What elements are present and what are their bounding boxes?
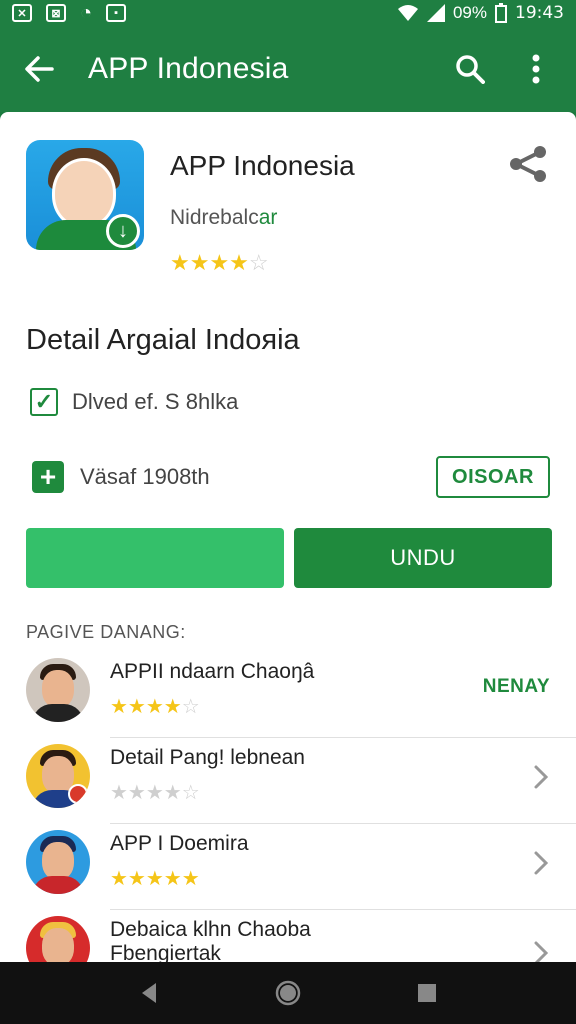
list-item-title: APP I Doemira <box>110 832 249 855</box>
version-row: + Väsaf 1908th OISOAR <box>32 456 550 498</box>
search-button[interactable] <box>446 45 494 93</box>
triangle-back-icon <box>142 983 157 1003</box>
app-bar: APP Indonesia <box>0 26 576 112</box>
app-developer[interactable]: Nidrebalcar <box>170 206 277 230</box>
status-bar: ✕ ⊠ ◔ ▪ 09% 19:43 <box>0 0 576 26</box>
download-button[interactable]: UNDU <box>294 528 552 588</box>
circle-home-icon <box>275 980 301 1006</box>
add-icon[interactable]: + <box>32 461 64 493</box>
download-badge-icon: ↓ <box>106 214 140 248</box>
signal-icon <box>426 4 445 22</box>
system-nav-bar <box>0 962 576 1024</box>
secondary-button[interactable] <box>26 528 284 588</box>
square-recents-icon <box>417 984 436 1002</box>
list-item-rating: ★★★★☆ <box>110 782 200 804</box>
section-title: PAGIVE DANANG: <box>26 622 186 642</box>
checkbox-label: Dlved ef. S 8hlka <box>72 389 239 414</box>
share-icon <box>510 146 546 182</box>
app-bar-title: APP Indonesia <box>88 52 289 85</box>
outline-button[interactable]: OISOAR <box>436 456 550 498</box>
wifi-icon <box>397 5 418 21</box>
list-item-rating: ★★★★★ <box>110 868 200 890</box>
checkbox-row[interactable]: ✓ Dlved ef. S 8hlka <box>30 388 238 416</box>
list-item-title: APPII ndaarn Chaoŋâ <box>110 660 315 683</box>
app-rating-stars: ★★★★☆ <box>170 250 269 275</box>
search-icon <box>456 55 485 84</box>
list-item[interactable]: APP I Doemira ★★★★★ <box>0 824 576 910</box>
share-button[interactable] <box>506 144 550 184</box>
nav-home-button[interactable] <box>268 973 308 1013</box>
list-item-title: Debaica klhn Chaoba <box>110 918 311 941</box>
list-item-action[interactable]: NENAY <box>483 676 550 698</box>
nav-back-button[interactable] <box>129 973 169 1013</box>
image-notification-icon: ⊠ <box>46 4 66 22</box>
more-vert-icon <box>532 54 540 84</box>
notification-icon: ✕ <box>12 4 32 22</box>
list-item[interactable]: APPII ndaarn Chaoŋâ ★★★★☆ NENAY <box>0 652 576 738</box>
sync-notification-icon: ◔ <box>80 1 93 24</box>
app-header: ↓ APP Indonesia Nidrebalcar ★★★★☆ <box>26 140 550 280</box>
arrow-left-icon <box>25 56 54 82</box>
checkbox[interactable]: ✓ <box>30 388 58 416</box>
chevron-right-icon[interactable] <box>530 762 552 792</box>
chevron-right-icon[interactable] <box>530 938 552 962</box>
list-item-title: Detail Pang! lebnean <box>110 746 305 769</box>
back-button[interactable] <box>16 46 62 92</box>
avatar <box>26 916 90 962</box>
app-name: APP Indonesia <box>170 150 355 181</box>
app-icon: ↓ <box>26 140 144 250</box>
avatar <box>26 830 90 894</box>
overflow-menu-button[interactable] <box>512 45 560 93</box>
clock: 19:43 <box>515 3 564 23</box>
chevron-right-icon[interactable] <box>530 848 552 878</box>
gallery-notification-icon: ▪ <box>106 4 127 22</box>
related-apps-list: APPII ndaarn Chaoŋâ ★★★★☆ NENAY Detail P… <box>0 652 576 962</box>
list-item[interactable]: Detail Pang! lebnean ★★★★☆ <box>0 738 576 824</box>
list-item-rating: ★★★★☆ <box>110 696 200 718</box>
app-detail-card: ↓ APP Indonesia Nidrebalcar ★★★★☆ Detail… <box>0 112 576 962</box>
battery-icon <box>495 3 507 23</box>
nav-recents-button[interactable] <box>407 973 447 1013</box>
version-label: Väsaf 1908th <box>80 464 210 489</box>
list-item-subtitle: Fbengiertak <box>110 942 221 962</box>
battery-percent: 09% <box>452 3 487 22</box>
detail-title: Detail Argaial Indoяia <box>26 324 300 356</box>
list-item[interactable]: Debaica klhn Chaoba Fbengiertak <box>0 910 576 962</box>
avatar <box>26 744 90 808</box>
avatar <box>26 658 90 722</box>
